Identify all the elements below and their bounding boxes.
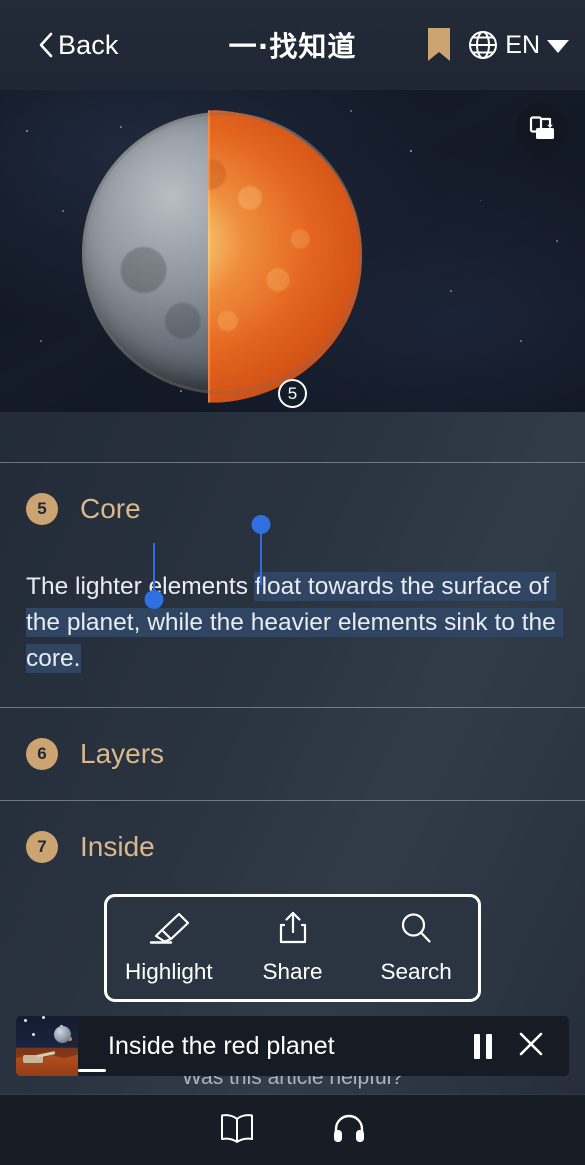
selection-handle-start-knob — [251, 515, 271, 534]
app-header: Back 一·找知道 EN — [0, 0, 585, 90]
section-badge-5: 5 — [26, 493, 58, 525]
paragraph-block[interactable]: The lighter elements float towards the s… — [0, 515, 585, 707]
context-menu-search-label: Search — [380, 959, 452, 984]
selection-handle-end[interactable] — [144, 543, 164, 609]
close-icon — [518, 1031, 544, 1062]
page-title: 一·找知道 — [228, 30, 357, 63]
search-icon — [399, 911, 433, 950]
share-icon — [277, 911, 309, 950]
audio-player-bar[interactable]: Inside the red planet — [16, 1016, 569, 1076]
audio-thumbnail — [16, 1016, 78, 1076]
context-menu-highlight-label: Highlight — [125, 959, 213, 984]
rotate-screen-icon[interactable] — [516, 102, 569, 155]
audio-close-button[interactable] — [507, 1022, 555, 1070]
section-badge-6: 6 — [26, 738, 58, 770]
back-button[interactable]: Back — [38, 30, 118, 61]
section-title-core: Core — [80, 493, 141, 524]
section-header-layers[interactable]: 6 Layers — [0, 708, 585, 800]
app-root: Back 一·找知道 EN 5 5 Core The lighter eleme… — [0, 0, 585, 1165]
language-label: EN — [505, 30, 540, 59]
back-chevron-icon — [38, 32, 54, 58]
globe-icon — [468, 30, 498, 60]
nav-read-button[interactable] — [212, 1105, 262, 1155]
section-title-layers: Layers — [80, 738, 165, 769]
section-header-inside[interactable]: 7 Inside — [0, 801, 585, 893]
planet-cutaway — [208, 110, 362, 404]
hero-image[interactable]: 5 — [0, 90, 585, 412]
planet-cut-face — [208, 110, 210, 404]
hotspot-marker-5[interactable]: 5 — [278, 379, 307, 408]
book-icon — [218, 1112, 256, 1149]
context-menu-share-label: Share — [262, 959, 323, 984]
highlighter-icon — [147, 911, 191, 950]
selection-handle-start[interactable] — [251, 515, 271, 585]
bottom-navigation — [0, 1095, 585, 1165]
nav-listen-button[interactable] — [324, 1105, 374, 1155]
section-badge-7: 7 — [26, 831, 58, 863]
selection-handle-end-knob — [144, 590, 164, 609]
audio-title: Inside the red planet — [108, 1031, 335, 1060]
audio-progress-bar[interactable] — [78, 1069, 106, 1072]
context-menu-search[interactable]: Search — [354, 911, 478, 985]
language-selector[interactable]: EN — [468, 30, 569, 60]
text-selection-context-menu: Highlight Share Search — [104, 894, 481, 1002]
thumbnail-rover — [21, 1046, 55, 1068]
section-header-core[interactable]: 5 Core — [0, 463, 585, 555]
chevron-down-icon — [547, 40, 569, 53]
section-title-inside: Inside — [80, 831, 155, 862]
paragraph-text[interactable]: The lighter elements float towards the s… — [26, 569, 563, 677]
context-menu-share[interactable]: Share — [231, 911, 355, 985]
planet-interior — [208, 110, 362, 404]
header-actions: EN — [426, 27, 569, 63]
pause-icon — [474, 1033, 492, 1059]
planet-illustration — [82, 110, 362, 404]
paragraph-unselected: The lighter elements — [26, 573, 255, 600]
back-label: Back — [58, 29, 119, 60]
context-menu-highlight[interactable]: Highlight — [107, 911, 231, 985]
audio-pause-button[interactable] — [459, 1022, 507, 1070]
bookmark-icon[interactable] — [426, 27, 452, 63]
headphones-icon — [332, 1112, 366, 1149]
